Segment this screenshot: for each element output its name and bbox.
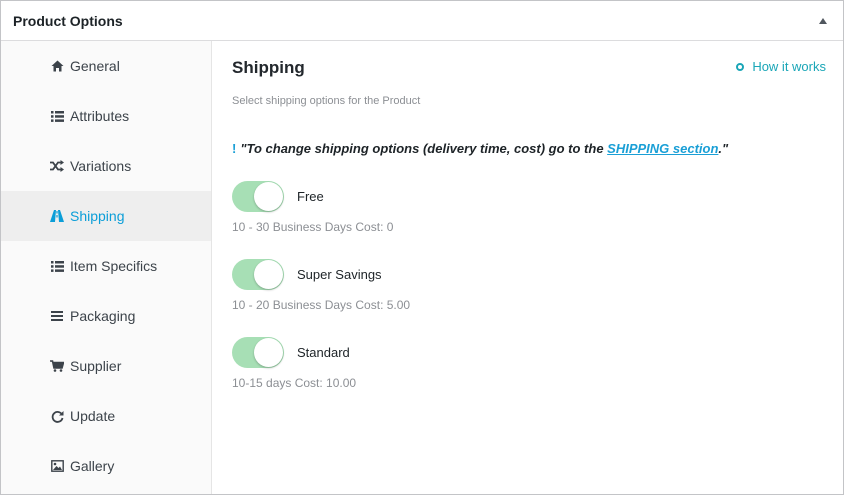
sidebar-item-label: Supplier xyxy=(70,358,122,374)
shipping-notice: ! "To change shipping options (delivery t… xyxy=(232,141,728,156)
sidebar-item-variations[interactable]: Variations xyxy=(1,141,211,191)
shuffle-icon xyxy=(50,159,64,173)
bars-icon xyxy=(50,309,64,323)
toggle-knob xyxy=(254,337,283,367)
panel-header: Product Options xyxy=(1,1,843,41)
shipping-content: Shipping How it works Select shipping op… xyxy=(212,41,843,494)
sidebar-item-gallery[interactable]: Gallery xyxy=(1,441,211,491)
sidebar-item-label: Item Specifics xyxy=(70,258,158,274)
sidebar-item-label: General xyxy=(70,58,120,74)
collapse-toggle-button[interactable] xyxy=(815,13,831,29)
product-options-panel: Product Options General Attributes Varia… xyxy=(0,0,844,495)
sidebar-item-label: Packaging xyxy=(70,308,136,324)
home-icon xyxy=(50,59,64,73)
refresh-icon xyxy=(50,409,64,423)
sidebar-item-label: Update xyxy=(70,408,116,424)
notice-text-suffix: ." xyxy=(718,141,729,156)
shipping-option-super-savings: Super Savings 10 - 20 Business Days Cost… xyxy=(232,258,410,312)
notice-text-prefix: "To change shipping options (delivery ti… xyxy=(240,141,608,156)
sidebar-item-label: Gallery xyxy=(70,458,115,474)
circle-icon xyxy=(736,62,745,71)
how-it-works-label: How it works xyxy=(752,59,826,74)
sidebar-item-update[interactable]: Update xyxy=(1,391,211,441)
sidebar-item-label: Variations xyxy=(70,158,132,174)
image-icon xyxy=(50,459,64,473)
shipping-option-standard: Standard 10-15 days Cost: 10.00 xyxy=(232,336,356,390)
panel-title: Product Options xyxy=(13,12,123,29)
sidebar-item-general[interactable]: General xyxy=(1,41,211,91)
how-it-works-link[interactable]: How it works xyxy=(736,59,826,74)
option-meta: 10-15 days Cost: 10.00 xyxy=(232,376,357,390)
shipping-section-link[interactable]: SHIPPING section xyxy=(607,141,718,156)
option-meta: 10 - 20 Business Days Cost: 5.00 xyxy=(232,298,411,312)
option-label: Free xyxy=(297,188,324,204)
option-meta: 10 - 30 Business Days Cost: 0 xyxy=(232,220,394,234)
sidebar-item-shipping[interactable]: Shipping xyxy=(1,191,211,241)
toggle-knob xyxy=(254,259,283,289)
list-icon xyxy=(50,259,64,273)
free-shipping-toggle[interactable] xyxy=(232,180,284,212)
section-description: Select shipping options for the Product xyxy=(232,95,421,107)
panel-body: General Attributes Variations Shipping I… xyxy=(1,41,843,494)
sidebar-item-attributes[interactable]: Attributes xyxy=(1,91,211,141)
sidebar-item-label: Shipping xyxy=(70,208,125,224)
exclamation-icon: ! xyxy=(232,141,237,156)
shipping-option-free: Free 10 - 30 Business Days Cost: 0 xyxy=(232,180,393,234)
sidebar: General Attributes Variations Shipping I… xyxy=(1,41,212,494)
cart-icon xyxy=(50,359,64,373)
standard-shipping-toggle[interactable] xyxy=(232,336,284,368)
triangle-up-icon xyxy=(818,17,828,25)
section-title: Shipping xyxy=(232,58,305,77)
sidebar-item-packaging[interactable]: Packaging xyxy=(1,291,211,341)
option-label: Super Savings xyxy=(297,266,382,282)
road-icon xyxy=(50,209,64,223)
sidebar-item-supplier[interactable]: Supplier xyxy=(1,341,211,391)
sidebar-item-item-specifics[interactable]: Item Specifics xyxy=(1,241,211,291)
toggle-knob xyxy=(254,181,283,211)
list-icon xyxy=(50,109,64,123)
option-label: Standard xyxy=(297,344,350,360)
super-savings-toggle[interactable] xyxy=(232,258,284,290)
sidebar-item-label: Attributes xyxy=(70,108,130,124)
